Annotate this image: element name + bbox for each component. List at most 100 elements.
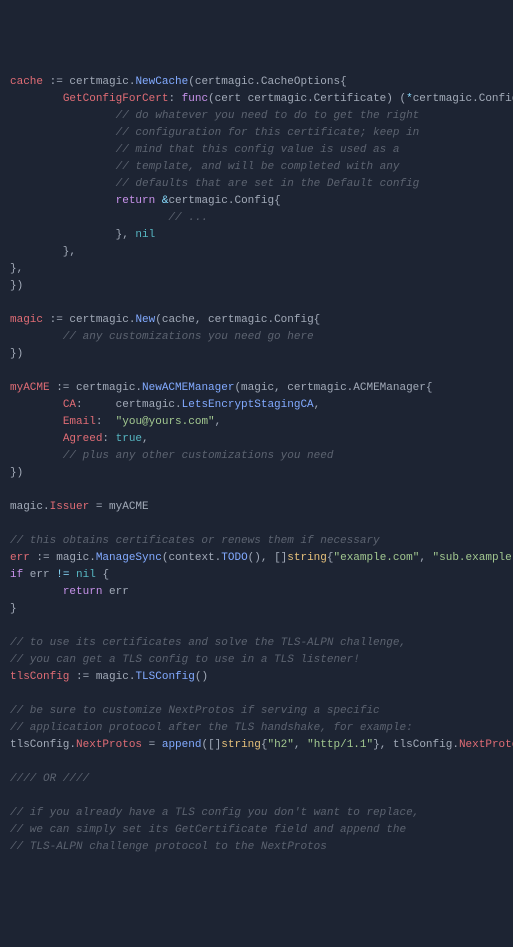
token-com: //// OR ////: [10, 773, 89, 785]
code-line: if err != nil {: [10, 567, 503, 584]
token-pkg: ,: [419, 552, 432, 564]
token-com: // we can simply set its GetCertificate …: [10, 824, 406, 836]
token-pkg: :: [102, 433, 115, 445]
code-line: [10, 618, 503, 635]
token-com: // do whatever you need to do to get the…: [10, 110, 419, 122]
code-line: myACME := certmagic.NewACMEManager(magic…: [10, 380, 503, 397]
code-line: magic := certmagic.New(cache, certmagic.…: [10, 312, 503, 329]
code-line: magic.Issuer = myACME: [10, 499, 503, 516]
code-line: // this obtains certificates or renews t…: [10, 533, 503, 550]
code-line: // plus any other customizations you nee…: [10, 448, 503, 465]
token-id: cache: [10, 76, 43, 88]
code-line: [10, 788, 503, 805]
token-lit: nil: [76, 569, 96, 581]
code-line: // we can simply set its GetCertificate …: [10, 822, 503, 839]
code-line: Agreed: true,: [10, 431, 503, 448]
token-id: magic: [10, 314, 43, 326]
token-str: "you@yours.com": [116, 416, 215, 428]
code-line: // mind that this config value is used a…: [10, 142, 503, 159]
token-op: !=: [56, 569, 69, 581]
token-pkg: := certmagic.: [43, 76, 135, 88]
token-fn: append: [162, 739, 202, 751]
code-line: [10, 482, 503, 499]
token-com: // application protocol after the TLS ha…: [10, 722, 413, 734]
token-pkg: err: [23, 569, 56, 581]
token-field: GetConfigForCert: [63, 93, 169, 105]
token-pkg: := certmagic.: [50, 382, 142, 394]
token-type: string: [221, 739, 261, 751]
token-pkg: [155, 195, 162, 207]
code-line: }, nil: [10, 227, 503, 244]
code-line: return err: [10, 584, 503, 601]
token-fn: LetsEncryptStagingCA: [182, 399, 314, 411]
token-com: // this obtains certificates or renews t…: [10, 535, 380, 547]
token-pkg: := certmagic.: [43, 314, 135, 326]
code-line: // if you already have a TLS config you …: [10, 805, 503, 822]
token-kw: func: [182, 93, 208, 105]
token-pkg: }): [10, 348, 23, 360]
code-line: GetConfigForCert: func(cert certmagic.Ce…: [10, 91, 503, 108]
token-pkg: : certmagic.: [76, 399, 182, 411]
token-pkg: magic.: [10, 501, 50, 513]
token-pkg: = myACME: [89, 501, 148, 513]
token-pkg: [10, 416, 63, 428]
token-pkg: [10, 93, 63, 105]
token-str: "example.com": [334, 552, 420, 564]
token-com: // TLS-ALPN challenge protocol to the Ne…: [10, 841, 327, 853]
token-pkg: (): [195, 671, 208, 683]
code-line: // defaults that are set in the Default …: [10, 176, 503, 193]
token-com: // you can get a TLS config to use in a …: [10, 654, 360, 666]
code-line: tlsConfig.NextProtos = append([]string{"…: [10, 737, 503, 754]
token-com: // configuration for this certificate; k…: [10, 127, 419, 139]
token-fn: NewCache: [135, 76, 188, 88]
token-pkg: [10, 195, 116, 207]
code-line: [10, 754, 503, 771]
token-kw: if: [10, 569, 23, 581]
token-fn: NewACMEManager: [142, 382, 234, 394]
code-line: }): [10, 346, 503, 363]
token-kw: return: [63, 586, 103, 598]
token-com: // template, and will be completed with …: [10, 161, 399, 173]
token-field: NextProtos: [459, 739, 513, 751]
code-line: return &certmagic.Config{: [10, 193, 503, 210]
code-line: tlsConfig := magic.TLSConfig(): [10, 669, 503, 686]
token-pkg: {: [96, 569, 109, 581]
token-pkg: ([]: [201, 739, 221, 751]
code-line: //// OR ////: [10, 771, 503, 788]
code-line: Email: "you@yours.com",: [10, 414, 503, 431]
code-line: // do whatever you need to do to get the…: [10, 108, 503, 125]
token-field: Issuer: [50, 501, 90, 513]
token-type: string: [287, 552, 327, 564]
token-fn: ManageSync: [96, 552, 162, 564]
token-id: myACME: [10, 382, 50, 394]
token-op: *: [406, 93, 413, 105]
token-pkg: [10, 586, 63, 598]
token-pkg: }, tlsConfig.: [373, 739, 459, 751]
code-line: }): [10, 465, 503, 482]
token-fn: TLSConfig: [135, 671, 194, 683]
token-com: // to use its certificates and solve the…: [10, 637, 406, 649]
code-line: },: [10, 244, 503, 261]
token-pkg: :: [168, 93, 181, 105]
token-pkg: [10, 433, 63, 445]
token-id: err: [10, 552, 30, 564]
code-line: },: [10, 261, 503, 278]
token-pkg: tlsConfig.: [10, 739, 76, 751]
code-block: cache := certmagic.NewCache(certmagic.Ca…: [10, 74, 503, 856]
code-line: // configuration for this certificate; k…: [10, 125, 503, 142]
token-pkg: certmagic.Config,: [413, 93, 513, 105]
code-line: // be sure to customize NextProtos if se…: [10, 703, 503, 720]
token-lit: true: [116, 433, 142, 445]
token-pkg: ,: [294, 739, 307, 751]
token-field: Email: [63, 416, 96, 428]
token-pkg: (cert certmagic.Certificate) (: [208, 93, 406, 105]
code-line: // TLS-ALPN challenge protocol to the Ne…: [10, 839, 503, 856]
token-pkg: {: [327, 552, 334, 564]
token-kw: return: [116, 195, 156, 207]
code-line: [10, 516, 503, 533]
token-pkg: {: [261, 739, 268, 751]
token-pkg: },: [10, 263, 23, 275]
token-com: // be sure to customize NextProtos if se…: [10, 705, 380, 717]
token-pkg: (), []: [248, 552, 288, 564]
token-pkg: (certmagic.CacheOptions{: [188, 76, 346, 88]
